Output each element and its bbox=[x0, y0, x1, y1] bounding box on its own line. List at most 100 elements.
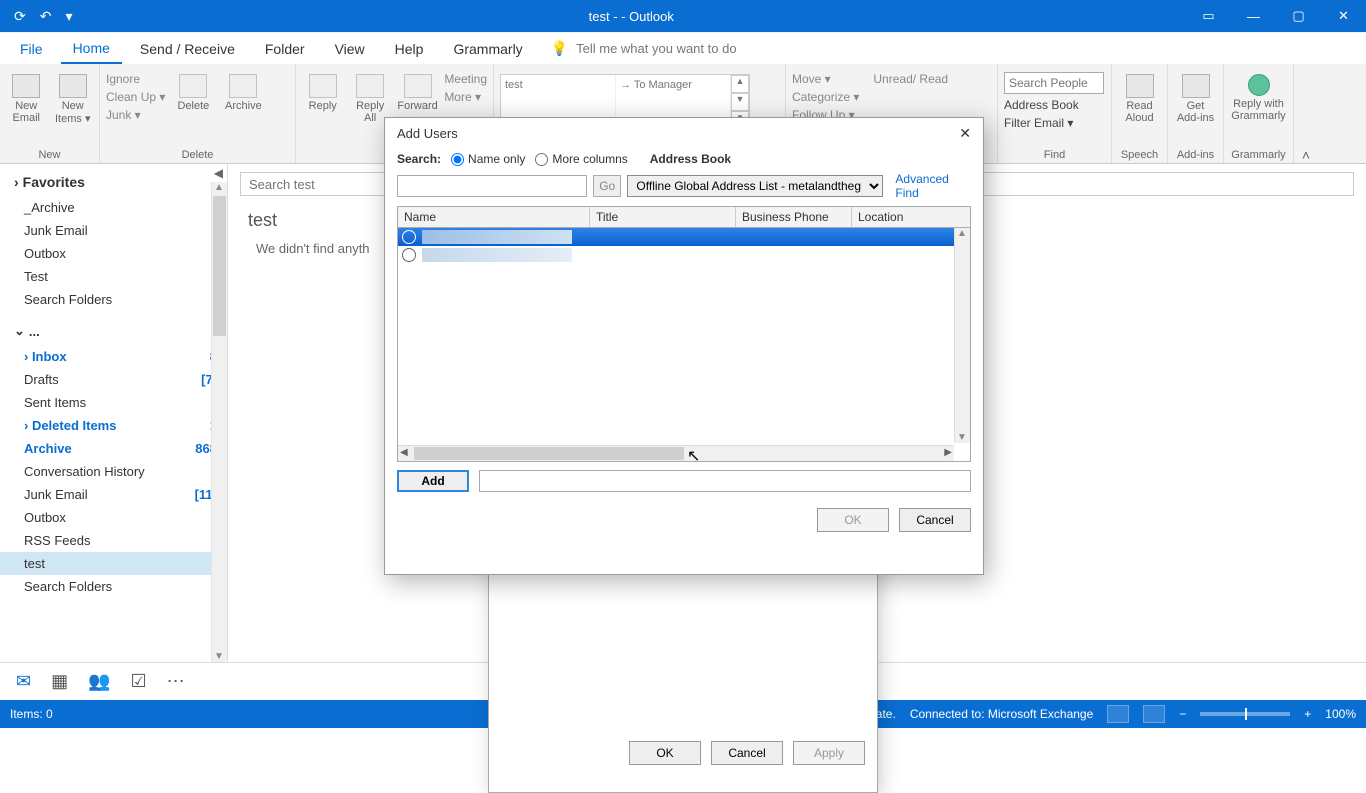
move-button[interactable]: Move ▾ bbox=[792, 72, 859, 86]
account-header[interactable]: ⌄... bbox=[0, 311, 227, 345]
sidebar-item[interactable]: Archive868 bbox=[0, 437, 227, 460]
sidebar-item[interactable]: Junk Email[11] bbox=[0, 483, 227, 506]
meeting-button[interactable]: Meeting bbox=[444, 72, 487, 86]
minimize-icon[interactable]: — bbox=[1231, 0, 1276, 32]
col-name[interactable]: Name bbox=[398, 207, 590, 227]
reply-all-button[interactable]: Reply All bbox=[349, 68, 390, 124]
go-button[interactable]: Go bbox=[593, 175, 621, 197]
address-book-button[interactable]: Address Book bbox=[1004, 98, 1104, 112]
window-title: test - - Outlook bbox=[77, 9, 1187, 24]
add-recipients-input[interactable] bbox=[479, 470, 971, 492]
tab-grammarly[interactable]: Grammarly bbox=[441, 35, 534, 63]
search-people-input[interactable] bbox=[1004, 72, 1104, 94]
ignore-button[interactable]: Ignore bbox=[106, 72, 165, 86]
col-business-phone[interactable]: Business Phone bbox=[736, 207, 852, 227]
radio-more-columns[interactable]: More columns bbox=[535, 152, 627, 166]
bulb-icon: 💡 bbox=[551, 40, 568, 57]
radio-name-only[interactable]: Name only bbox=[451, 152, 525, 166]
add-button[interactable]: Add bbox=[397, 470, 469, 492]
collapse-ribbon-icon[interactable]: ˄ bbox=[1294, 64, 1318, 163]
add-users-close-icon[interactable]: ✕ bbox=[959, 125, 971, 142]
search-name-input[interactable] bbox=[397, 175, 587, 197]
list-hscrollbar[interactable] bbox=[398, 445, 954, 461]
results-list[interactable] bbox=[397, 228, 971, 462]
maximize-icon[interactable]: ▢ bbox=[1276, 0, 1321, 32]
sidebar-item[interactable]: Drafts[7] bbox=[0, 368, 227, 391]
sidebar-item[interactable]: Search Folders bbox=[0, 288, 227, 311]
junk-button[interactable]: Junk ▾ bbox=[106, 108, 165, 122]
col-title[interactable]: Title bbox=[590, 207, 736, 227]
reply-button[interactable]: Reply bbox=[302, 68, 343, 112]
view-normal-icon[interactable] bbox=[1107, 705, 1129, 723]
sidebar-item[interactable]: Search Folders bbox=[0, 575, 227, 598]
mail-icon[interactable]: ✉ bbox=[16, 671, 31, 692]
add-users-cancel-button[interactable]: Cancel bbox=[899, 508, 971, 532]
group-find: Find bbox=[1004, 147, 1105, 161]
zoom-slider[interactable] bbox=[1200, 712, 1290, 716]
person-icon bbox=[402, 248, 416, 262]
refresh-icon[interactable]: ⟳ bbox=[10, 8, 30, 25]
tab-view[interactable]: View bbox=[323, 35, 377, 63]
favorites-header[interactable]: ›Favorites bbox=[0, 164, 227, 196]
close-icon[interactable]: ✕ bbox=[1321, 0, 1366, 32]
sidebar-item[interactable]: Junk Email bbox=[0, 219, 227, 242]
get-addins-button[interactable]: Get Add-ins bbox=[1174, 68, 1217, 124]
tasks-icon[interactable]: ☑ bbox=[131, 671, 147, 692]
properties-apply-button[interactable]: Apply bbox=[793, 741, 865, 765]
tell-me-input[interactable]: Tell me what you want to do bbox=[576, 41, 736, 56]
zoom-in-icon[interactable]: + bbox=[1304, 707, 1311, 721]
tab-file[interactable]: File bbox=[8, 35, 55, 63]
sidebar-item[interactable]: Outbox bbox=[0, 506, 227, 529]
list-vscrollbar[interactable] bbox=[954, 228, 970, 443]
sidebar-item[interactable]: Outbox bbox=[0, 242, 227, 265]
categorize-button[interactable]: Categorize ▾ bbox=[792, 90, 859, 104]
new-email-button[interactable]: New Email bbox=[6, 68, 47, 124]
sidebar-item[interactable]: RSS Feeds bbox=[0, 529, 227, 552]
address-book-select[interactable]: Offline Global Address List - metalandth… bbox=[627, 175, 883, 197]
menu-bar: File Home Send / Receive Folder View Hel… bbox=[0, 32, 1366, 64]
search-label: Search: bbox=[397, 152, 441, 166]
more-button[interactable]: More ▾ bbox=[444, 90, 487, 104]
properties-ok-button[interactable]: OK bbox=[629, 741, 701, 765]
sidebar-item[interactable]: › Inbox8 bbox=[0, 345, 227, 368]
add-users-ok-button[interactable]: OK bbox=[817, 508, 889, 532]
collapse-nav-icon[interactable]: ◀ bbox=[214, 166, 223, 180]
qat-dropdown-icon[interactable]: ▾ bbox=[61, 8, 76, 25]
properties-cancel-button[interactable]: Cancel bbox=[711, 741, 783, 765]
sidebar-item[interactable]: Sent Items bbox=[0, 391, 227, 414]
list-item[interactable] bbox=[398, 228, 970, 246]
tab-send-receive[interactable]: Send / Receive bbox=[128, 35, 247, 63]
sidebar-item[interactable]: test bbox=[0, 552, 227, 575]
list-item[interactable] bbox=[398, 246, 970, 264]
people-icon[interactable]: 👥 bbox=[88, 671, 110, 692]
advanced-find-link[interactable]: Advanced Find bbox=[889, 172, 971, 200]
undo-icon[interactable]: ↶ bbox=[36, 8, 56, 25]
tab-folder[interactable]: Folder bbox=[253, 35, 317, 63]
group-grammarly: Grammarly bbox=[1230, 147, 1287, 161]
reply-grammarly-button[interactable]: Reply with Grammarly bbox=[1230, 68, 1287, 122]
group-speech: Speech bbox=[1118, 147, 1161, 161]
sidebar-item[interactable]: Test bbox=[0, 265, 227, 288]
unread-read-button[interactable]: Unread/ Read bbox=[873, 72, 948, 86]
archive-button[interactable]: Archive bbox=[221, 68, 265, 112]
calendar-icon[interactable]: ▦ bbox=[51, 671, 68, 692]
col-location[interactable]: Location bbox=[852, 207, 970, 227]
folder-pane: ◀ ›Favorites _ArchiveJunk EmailOutboxTes… bbox=[0, 164, 228, 662]
new-items-button[interactable]: New Items ▾ bbox=[53, 68, 94, 125]
delete-button[interactable]: Delete bbox=[171, 68, 215, 112]
cleanup-button[interactable]: Clean Up ▾ bbox=[106, 90, 165, 104]
more-nav-icon[interactable]: ⋯ bbox=[167, 671, 185, 692]
forward-button[interactable]: Forward bbox=[397, 68, 438, 112]
sidebar-item[interactable]: › Deleted Items1 bbox=[0, 414, 227, 437]
sidebar-item[interactable]: Conversation History bbox=[0, 460, 227, 483]
filter-email-button[interactable]: Filter Email ▾ bbox=[1004, 116, 1104, 130]
sidebar-item[interactable]: _Archive bbox=[0, 196, 227, 219]
read-aloud-button[interactable]: Read Aloud bbox=[1118, 68, 1161, 124]
zoom-out-icon[interactable]: − bbox=[1179, 707, 1186, 721]
nav-scrollbar[interactable] bbox=[211, 182, 227, 662]
chevron-down-icon: ⌄ bbox=[14, 323, 25, 339]
ribbon-options-icon[interactable]: ▭ bbox=[1186, 0, 1231, 32]
view-reading-icon[interactable] bbox=[1143, 705, 1165, 723]
tab-home[interactable]: Home bbox=[61, 34, 122, 64]
tab-help[interactable]: Help bbox=[383, 35, 436, 63]
